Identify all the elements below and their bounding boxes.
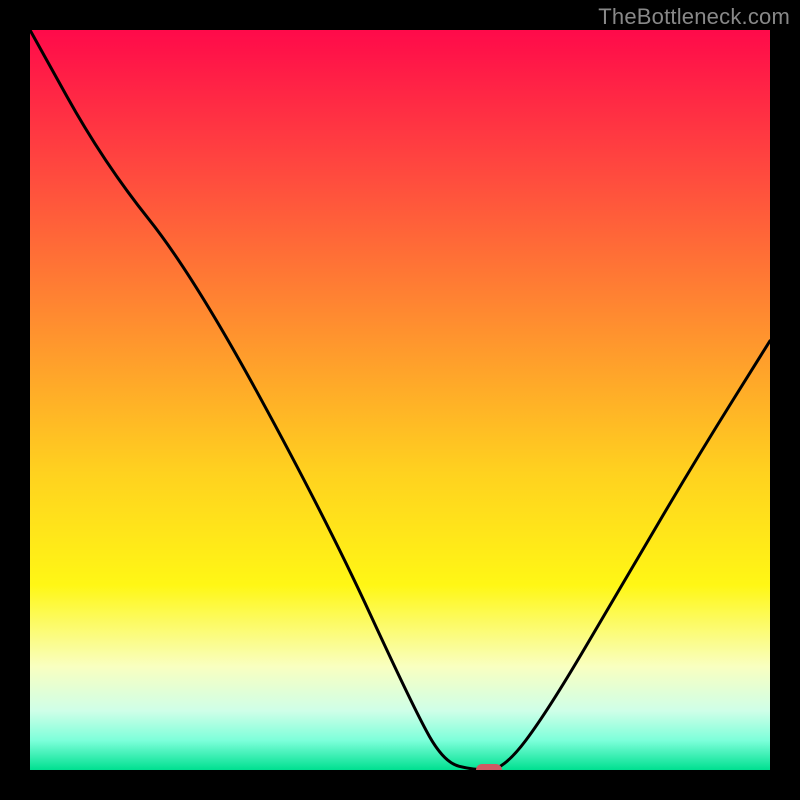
watermark-text: TheBottleneck.com bbox=[598, 4, 790, 30]
bottleneck-curve bbox=[30, 30, 770, 770]
chart-frame: TheBottleneck.com bbox=[0, 0, 800, 800]
optimal-point-marker bbox=[476, 764, 502, 770]
plot-area bbox=[30, 30, 770, 770]
